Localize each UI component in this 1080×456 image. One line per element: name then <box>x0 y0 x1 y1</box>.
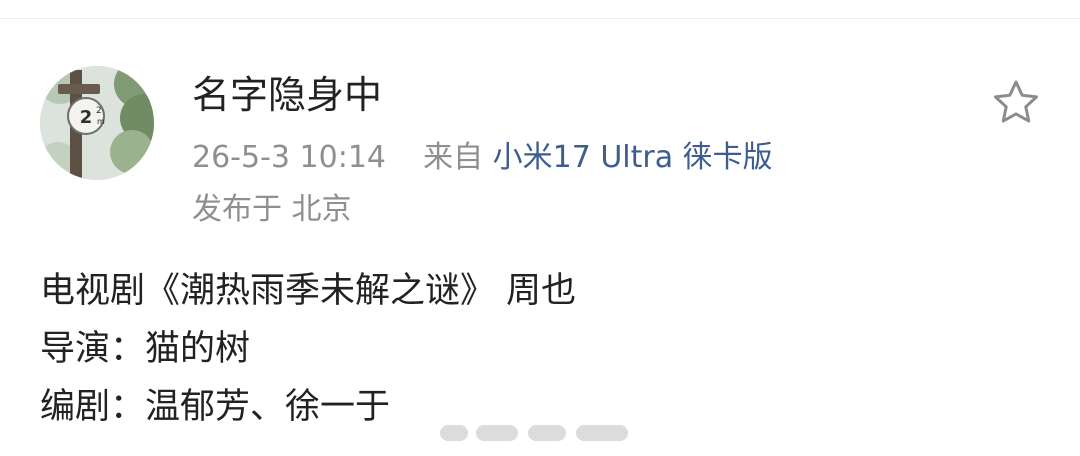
post-location: 发布于 北京 <box>192 192 352 227</box>
content-line-director: 导演：猫的树 <box>40 329 251 369</box>
star-icon[interactable] <box>990 78 1042 128</box>
source-device[interactable]: 小米17 Ultra 徕卡版 <box>493 140 773 175</box>
weibo-post: 2 2 m 名字隐身中 26-5-3 10:14 来自 小米17 Ultra 徕… <box>0 0 1080 456</box>
post-time: 26-5-3 10:14 <box>192 140 386 175</box>
post-content: 电视剧《潮热雨季未解之谜》 周也 导演：猫的树 编剧：温郁芳、徐一于 <box>40 262 1040 436</box>
svg-text:2: 2 <box>80 107 93 128</box>
svg-text:2: 2 <box>96 106 102 116</box>
source-label: 来自 <box>423 140 484 175</box>
avatar-image: 2 2 m <box>40 66 154 180</box>
author-name[interactable]: 名字隐身中 <box>192 70 382 120</box>
post-meta: 26-5-3 10:14 来自 小米17 Ultra 徕卡版 <box>192 136 773 180</box>
avatar[interactable]: 2 2 m <box>40 66 154 180</box>
content-line-title: 电视剧《潮热雨季未解之谜》 周也 <box>40 271 577 311</box>
watermark-image <box>440 420 630 446</box>
svg-text:m: m <box>97 117 105 126</box>
